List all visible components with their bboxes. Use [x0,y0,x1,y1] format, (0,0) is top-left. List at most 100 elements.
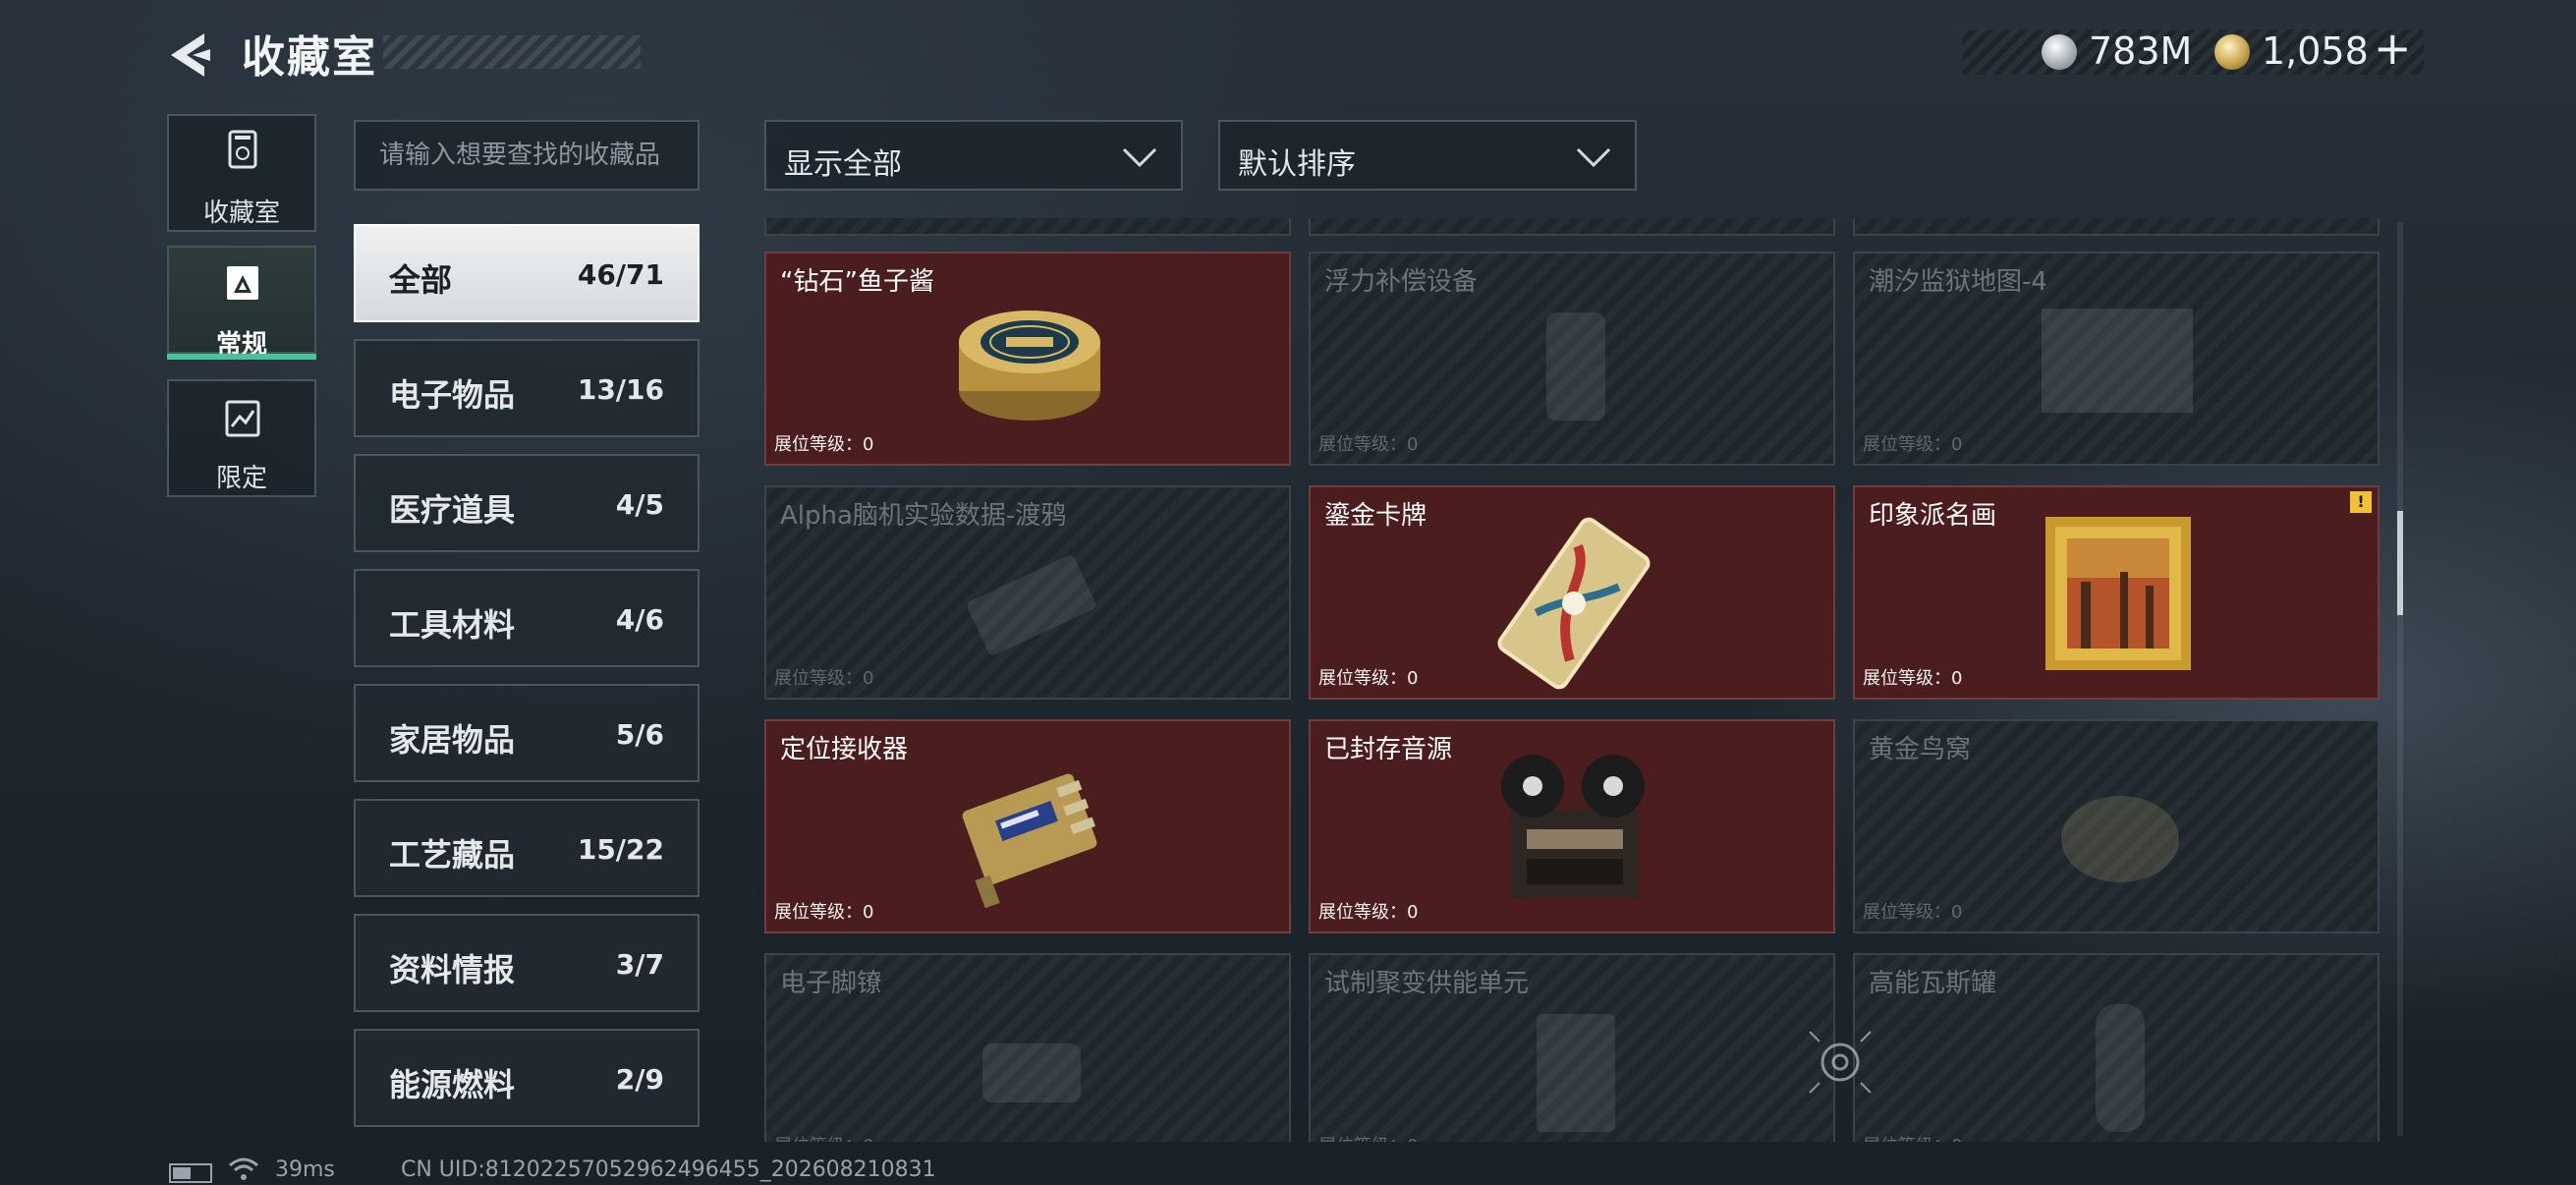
category-count: 46/71 [577,258,664,291]
silver-coin-icon [2042,34,2077,70]
booth-level: 展位等级：0 [1863,668,1963,689]
search-box[interactable] [354,120,700,191]
item-name: 潮汐监狱地图-4 [1869,267,2047,297]
collection-slot[interactable]: Alpha脑机实验数据-渡鸦 展位等级：0 [764,485,1291,700]
category-medical[interactable]: 医疗道具 4/5 [354,454,700,552]
scrollbar-track[interactable] [2397,222,2403,1136]
category-name: 工艺藏品 [389,836,516,874]
booth-level: 展位等级：0 [774,668,874,689]
gold-currency-value: 1,058 [2262,29,2369,73]
booth-level: 展位等级：0 [1318,668,1419,689]
category-energy[interactable]: 能源燃料 2/9 [354,1029,700,1127]
collection-slot[interactable]: 定位接收器 展位等级：0 [764,719,1291,933]
category-count: 2/9 [615,1063,664,1096]
item-name: Alpha脑机实验数据-渡鸦 [780,501,1067,531]
collection-slot[interactable]: 潮汐监狱地图-4 展位等级：0 [1853,252,2380,466]
item-name: 浮力补偿设备 [1324,267,1479,297]
locator-receiver-icon [962,773,1097,908]
side-tab-label: 限定 [215,464,267,493]
item-name: 已封存音源 [1324,735,1453,764]
booth-level: 展位等级：0 [1863,902,1963,923]
search-input[interactable] [356,122,698,189]
crosshair-icon [1809,1031,1872,1094]
page-title: 收藏室 [242,32,377,83]
category-count: 15/22 [577,833,664,866]
golden-nest-icon [2061,796,2179,882]
item-name: 电子脚镣 [780,969,883,998]
side-tab-label: 收藏室 [202,198,280,228]
category-count: 3/7 [615,948,664,981]
category-all[interactable]: 全部 46/71 [354,224,700,322]
collection-slot-partial[interactable] [764,218,1291,236]
category-name: 家居物品 [389,721,516,759]
collection-slot[interactable]: 鎏金卡牌 展位等级：0 [1309,485,1835,700]
side-tab-limited[interactable]: 限定 [167,379,316,497]
display-filter-value: 显示全部 [784,147,902,182]
category-count: 13/16 [577,373,664,406]
item-name: 印象派名画 [1869,501,1997,531]
booth-level: 展位等级：0 [1318,1132,1418,1142]
gold-coin-icon [2214,34,2250,70]
scrollbar-thumb[interactable] [2397,511,2403,615]
sort-dropdown[interactable]: 默认排序 [1218,120,1637,191]
collection-slot-partial[interactable] [1309,218,1835,236]
category-name: 资料情报 [389,951,516,988]
collection-slot-partial[interactable] [1853,218,2380,236]
uid-label: CN UID:8120225705296249645​5_20260821083… [401,1157,936,1182]
limited-icon [225,400,260,437]
category-count: 4/6 [615,603,664,636]
collection-slot[interactable]: 试制聚变供能单元 展位等级：0 [1309,953,1835,1142]
side-tab-collection[interactable]: 收藏室 [167,114,316,232]
collection-slot[interactable]: 已封存音源 展位等级：0 [1309,719,1835,933]
category-crafts[interactable]: 工艺藏品 15/22 [354,799,700,897]
collection-slot[interactable]: 电子脚镣 展位等级：0 [764,953,1291,1142]
collection-grid[interactable]: “钻石”鱼子酱 展位等级：0 浮力补偿设备 展位等级：0 潮汐监狱地图-4 展位… [764,218,2380,1142]
item-name: “钻石”鱼子酱 [780,267,934,297]
collection-slot[interactable]: 高能瓦斯罐 展位等级：0 [1853,953,2380,1142]
caviar-tin-icon [959,310,1100,421]
collection-slot[interactable]: 黄金鸟窝 展位等级：0 [1853,719,2380,933]
silver-currency-value: 783M [2089,29,2193,73]
fusion-cell-icon [1537,1014,1615,1132]
item-name: 高能瓦斯罐 [1869,969,1997,998]
category-household[interactable]: 家居物品 5/6 [354,684,700,782]
item-name: 试制聚变供能单元 [1324,969,1530,998]
collection-slot[interactable]: “钻石”鱼子酱 展位等级：0 [764,252,1291,466]
booth-level: 展位等级：0 [774,902,874,923]
item-name: 定位接收器 [780,735,909,764]
category-intel[interactable]: 资料情报 3/7 [354,914,700,1012]
ankle-monitor-icon [982,1044,1081,1102]
category-electronics[interactable]: 电子物品 13/16 [354,339,700,437]
category-count: 5/6 [615,718,664,751]
category-name: 医疗道具 [389,491,516,529]
ping-value: 39ms [275,1157,335,1182]
booth-level: 展位等级：0 [774,1132,873,1142]
side-tab-regular[interactable]: 常规 [167,246,316,360]
back-arrow-icon[interactable] [165,29,216,81]
booth-level: 展位等级：0 [1318,434,1419,455]
category-tools[interactable]: 工具材料 4/6 [354,569,700,667]
booth-level: 展位等级：0 [1863,1132,1962,1142]
alert-badge: ! [2350,491,2372,513]
data-drive-icon [967,555,1096,655]
title-decoration [383,35,641,69]
category-count: 4/5 [615,488,664,521]
collection-slot[interactable]: 印象派名画 ! 展位等级：0 [1853,485,2380,700]
add-currency-button[interactable]: + [2374,22,2412,75]
active-tab-indicator [167,354,316,360]
reel-tape-recorder-icon [1501,755,1645,898]
sort-value: 默认排序 [1238,147,1356,182]
display-filter-dropdown[interactable]: 显示全部 [764,120,1183,191]
gas-canister-icon [2096,1004,2145,1132]
battery-icon [169,1163,212,1183]
category-name: 全部 [389,261,453,299]
booth-level: 展位等级：0 [1863,434,1963,455]
category-name: 能源燃料 [389,1066,516,1103]
booth-level: 展位等级：0 [774,434,874,455]
buoyancy-device-icon [1546,312,1605,421]
collection-slot[interactable]: 浮力补偿设备 展位等级：0 [1309,252,1835,466]
category-name: 工具材料 [389,606,516,644]
category-name: 电子物品 [389,376,516,414]
framed-painting-icon [2045,517,2191,670]
chevron-down-icon [1576,147,1611,168]
